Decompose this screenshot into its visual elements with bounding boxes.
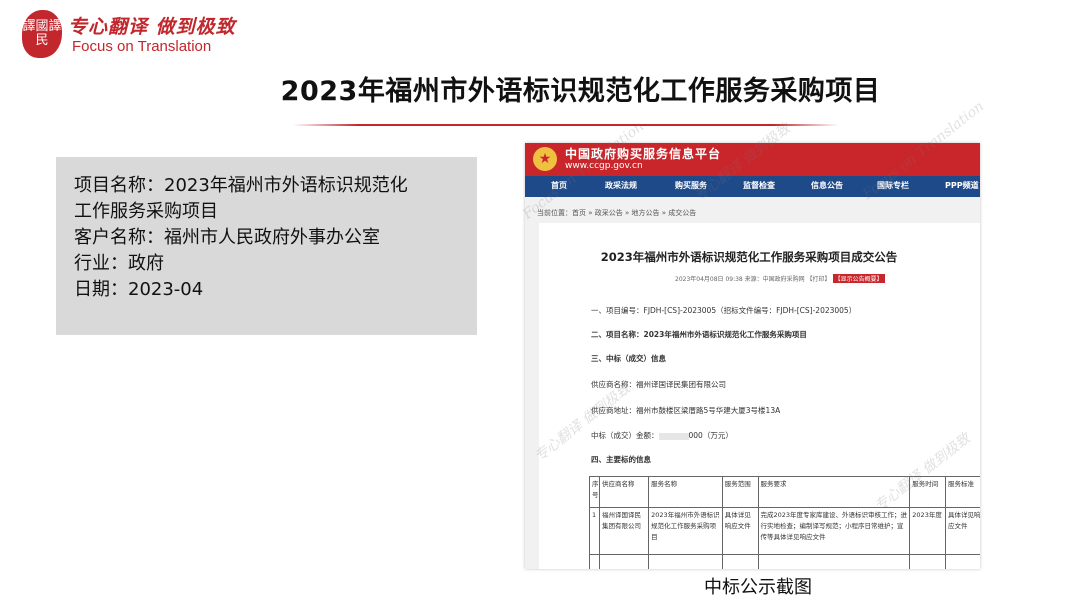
table-header-cell: 服务标准 <box>944 476 980 508</box>
notice-title: 2023年福州市外语标识规范化工作服务采购项目成交公告 <box>600 250 898 264</box>
amount-prefix: 中标（成交）金额： <box>591 431 659 440</box>
redacted-amount <box>658 432 689 440</box>
table-cell: 1 <box>588 507 601 555</box>
title-panel: 2023年福州市外语标识规范化工作服务采购项目 <box>229 49 932 129</box>
screenshot-caption: 中标公示截图 <box>704 577 812 598</box>
seal-logo: 譯國譯民 <box>22 10 62 58</box>
amount-line: 中标（成交）金额： 000（万元） <box>591 430 733 441</box>
company-logo: 譯國譯民 专心翻译 做到极致 Focus on Translation <box>22 10 235 60</box>
table-cell <box>757 554 911 569</box>
nav-item-regulations: 政采法规 <box>605 181 637 190</box>
nav-item-ppp: PPP频道 <box>945 181 979 190</box>
table-cell <box>721 554 759 569</box>
page-title: 2023年福州市外语标识规范化工作服务采购项目 <box>280 76 881 107</box>
table-cell <box>909 554 946 569</box>
table-header-cell: 服务名称 <box>648 476 723 508</box>
bid-notice-screenshot: ★ 中国政府购买服务信息平台 www.ccgp.gov.cn 首页 政采法规 购… <box>525 143 980 569</box>
notice-meta-text: 2023年04月08日 09:38 来源：中国政府采购网 【打印】 <box>675 276 831 283</box>
table-cell <box>588 554 601 569</box>
table-header-cell: 序号 <box>588 476 601 508</box>
table-cell: 2023年度 <box>909 507 946 555</box>
client-name-line: 客户名称：福州市人民政府外事办公室 <box>74 227 380 248</box>
table-row-empty <box>588 554 980 569</box>
project-info-box: 项目名称：2023年福州市外语标识规范化 工作服务采购项目 客户名称：福州市人民… <box>56 157 477 335</box>
amount-suffix: 000（万元） <box>688 431 733 440</box>
table-cell: 完成2023年度专家库建设、外语标识审核工作；进行实地检查；编制译写规范；小程序… <box>757 507 911 555</box>
subject-table: 序号 供应商名称 服务名称 服务范围 服务要求 服务时间 服务标准 1 福州译国… <box>588 476 980 569</box>
table-row: 1 福州译国译民集团有限公司 2023年福州市外语标识规范化工作服务采购项目 具… <box>588 507 980 555</box>
table-cell <box>944 554 980 569</box>
project-name-line: 二、项目名称：2023年福州市外语标识规范化工作服务采购项目 <box>591 330 807 339</box>
site-nav: 首页 政采法规 购买服务 监督检查 信息公告 国际专栏 PPP频道 <box>525 176 980 197</box>
table-cell: 具体详见响应文件 <box>944 507 980 555</box>
table-cell <box>599 554 650 569</box>
project-number-line: 一、项目编号：FJDH-[CS]-2023005（招标文件编号：FJDH-[CS… <box>591 306 857 315</box>
national-emblem-icon: ★ <box>533 147 557 171</box>
table-cell: 2023年福州市外语标识规范化工作服务采购项目 <box>648 507 723 555</box>
nav-item-announcements: 信息公告 <box>811 181 843 190</box>
result-heading: 三、中标（成交）信息 <box>591 354 666 363</box>
title-underline <box>293 124 839 126</box>
notice-meta: 2023年04月08日 09:38 来源：中国政府采购网 【打印】 【显示公告概要… <box>675 274 885 283</box>
table-header-cell: 服务范围 <box>721 476 759 508</box>
address-line: 供应商地址：福州市鼓楼区梁厝路5号华建大厦3号楼13A <box>591 406 781 415</box>
table-cell: 福州译国译民集团有限公司 <box>599 507 650 555</box>
breadcrumb: 当前位置：首页 » 政采公告 » 地方公告 » 成交公告 <box>537 209 697 217</box>
industry-line: 行业：政府 <box>74 253 164 274</box>
table-cell: 具体详见响应文件 <box>721 507 759 555</box>
table-cell <box>648 554 723 569</box>
table-header-cell: 供应商名称 <box>599 476 650 508</box>
project-name-line: 项目名称：2023年福州市外语标识规范化 <box>74 175 408 196</box>
date-line: 日期：2023-04 <box>74 279 204 300</box>
logo-slogan: 专心翻译 做到极致 <box>68 16 236 38</box>
show-summary-button: 【显示公告概要】 <box>832 274 885 283</box>
nav-item-supervision: 监督检查 <box>743 181 775 190</box>
subject-heading: 四、主要标的信息 <box>591 455 651 464</box>
project-name-line-cont: 工作服务采购项目 <box>74 201 218 222</box>
logo-tagline: Focus on Translation <box>72 38 212 55</box>
